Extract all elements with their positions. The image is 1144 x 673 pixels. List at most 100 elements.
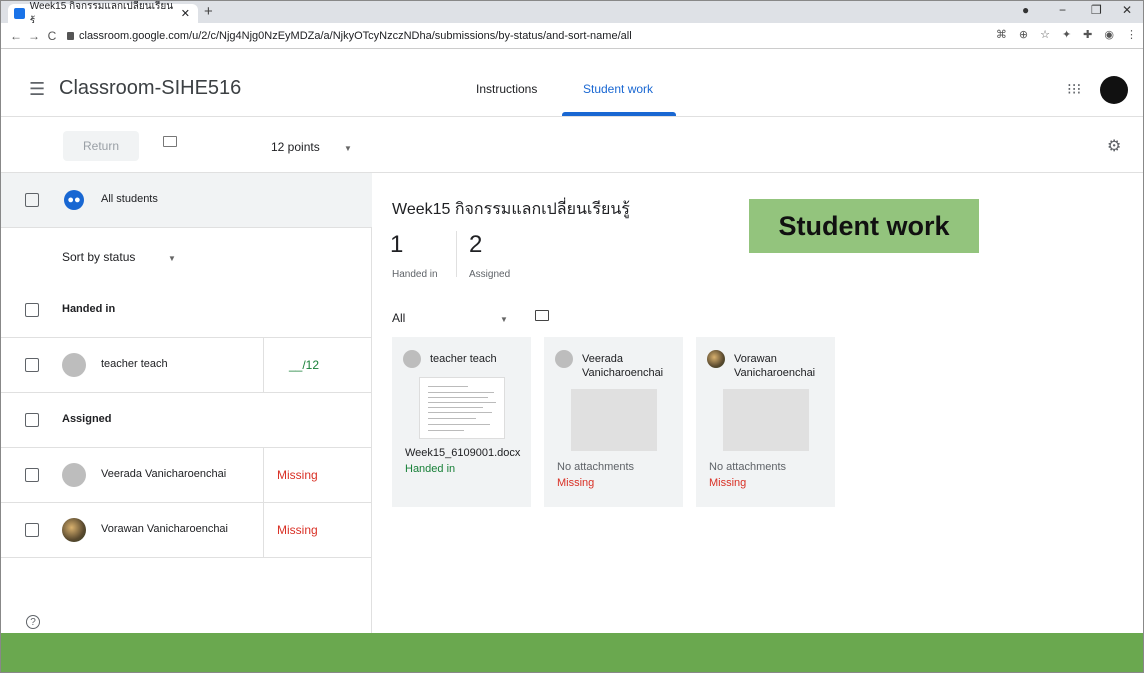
grading-toolbar: Return 12 points ▼ ⚙: [1, 118, 1143, 173]
extension-icon[interactable]: ✦: [1062, 28, 1071, 41]
avatar: [62, 518, 86, 542]
empty-thumbnail: [571, 389, 657, 451]
assigned-count-label: Assigned: [469, 269, 511, 280]
puzzle-icon[interactable]: ✚: [1083, 28, 1092, 41]
translate-icon[interactable]: ⌘: [996, 28, 1007, 41]
student-row[interactable]: Vorawan Vanicharoenchai Missing: [1, 503, 372, 558]
submission-card[interactable]: Veerada Vanicharoenchai No attachments Mi…: [544, 337, 683, 507]
url-text[interactable]: classroom.google.com/u/2/c/Njg4Njg0NzEyM…: [79, 30, 632, 42]
browser-window: Week15 กิจกรรมแลกเปลี่ยนเรียนรู้ ✕ + ● −…: [0, 0, 1144, 673]
close-window-icon[interactable]: ✕: [1122, 3, 1132, 17]
browser-tab[interactable]: Week15 กิจกรรมแลกเปลี่ยนเรียนรู้ ✕: [8, 1, 198, 27]
assigned-checkbox[interactable]: [25, 413, 39, 427]
return-button[interactable]: Return: [63, 131, 139, 161]
tab-instructions[interactable]: Instructions: [476, 82, 537, 96]
name-line: Vanicharoenchai: [734, 367, 816, 379]
avatar: [62, 353, 86, 377]
handed-in-count: 1: [390, 231, 404, 258]
zoom-icon[interactable]: ⊕: [1019, 28, 1028, 41]
student-checkbox[interactable]: [25, 523, 39, 537]
empty-thumbnail: [723, 389, 809, 451]
student-checkbox[interactable]: [25, 468, 39, 482]
minimize-icon[interactable]: −: [1059, 3, 1066, 17]
assigned-count: 2: [469, 231, 483, 258]
name-line: Veerada: [582, 353, 623, 365]
sort-select[interactable]: Sort by status: [62, 250, 135, 264]
avatar: [62, 463, 86, 487]
settings-gear-icon[interactable]: ⚙: [1107, 136, 1121, 156]
filter-dropdown-icon[interactable]: ▼: [500, 315, 508, 324]
class-title[interactable]: Classroom-SIHE516: [59, 77, 241, 100]
assigned-group-row[interactable]: Assigned: [1, 393, 372, 448]
handed-in-checkbox[interactable]: [25, 303, 39, 317]
student-roster: ●● All students Sort by status ▼ Handed …: [1, 173, 372, 633]
handed-in-header: Handed in: [62, 303, 116, 315]
name-line: Vorawan: [734, 353, 777, 365]
submission-card[interactable]: teacher teach Week15_6109001.docx Handed…: [392, 337, 531, 507]
sort-row: Sort by status ▼: [1, 228, 372, 283]
address-bar: ← → C classroom.google.com/u/2/c/Njg4Njg…: [1, 23, 1143, 49]
status-badge: Handed in: [405, 463, 456, 475]
reload-icon[interactable]: C: [43, 29, 61, 43]
card-student-name: teacher teach: [430, 353, 497, 365]
student-row[interactable]: Veerada Vanicharoenchai Missing: [1, 448, 372, 503]
student-checkbox[interactable]: [25, 358, 39, 372]
profile-dot-icon[interactable]: ●: [1022, 3, 1029, 17]
forward-icon[interactable]: →: [25, 29, 43, 43]
all-students-label: All students: [101, 193, 158, 205]
student-name: Vorawan Vanicharoenchai: [101, 523, 228, 535]
submission-card[interactable]: Vorawan Vanicharoenchai No attachments Mi…: [696, 337, 835, 507]
points-dropdown-icon[interactable]: ▼: [344, 144, 352, 153]
points-select[interactable]: 12 points: [271, 140, 320, 154]
browser-menu-icon[interactable]: ⋮: [1126, 28, 1137, 41]
bookmark-star-icon[interactable]: ☆: [1040, 28, 1050, 41]
divider: [263, 448, 264, 503]
folder-icon[interactable]: [535, 310, 549, 321]
close-tab-icon[interactable]: ✕: [181, 7, 190, 20]
back-icon[interactable]: ←: [7, 29, 25, 43]
student-work-banner: Student work: [749, 199, 979, 253]
all-students-row[interactable]: ●● All students: [1, 173, 372, 228]
filter-select[interactable]: All: [392, 311, 405, 325]
card-student-name: Veerada Vanicharoenchai: [582, 352, 663, 380]
attachment-note: No attachments: [557, 461, 635, 473]
restore-icon[interactable]: ❐: [1091, 3, 1102, 17]
email-icon[interactable]: [163, 136, 177, 147]
active-tab-indicator: [562, 112, 676, 116]
divider: [263, 338, 264, 393]
divider: [263, 503, 264, 558]
assignment-title: Week15 กิจกรรมแลกเปลี่ยนเรียนรู้: [392, 201, 630, 218]
profile-avatar-icon[interactable]: ◉: [1104, 28, 1114, 41]
lock-icon: [67, 31, 74, 40]
people-icon: ●●: [64, 190, 84, 210]
select-all-checkbox[interactable]: [25, 193, 39, 207]
app-header: ☰ Classroom-SIHE516 Instructions Student…: [1, 50, 1143, 117]
account-avatar[interactable]: [1100, 76, 1128, 104]
avatar: [707, 350, 725, 368]
sort-dropdown-icon[interactable]: ▼: [168, 254, 176, 263]
classroom-favicon-icon: [14, 8, 25, 19]
name-line: Vanicharoenchai: [582, 367, 664, 379]
status-badge: Missing: [557, 477, 595, 489]
footer-bar: [1, 633, 1143, 672]
help-icon[interactable]: ?: [26, 615, 40, 629]
hamburger-menu-icon[interactable]: ☰: [29, 79, 45, 100]
grade-field[interactable]: __/12: [289, 358, 319, 372]
attachment-filename[interactable]: Week15_6109001.docx: [405, 447, 520, 459]
avatar: [403, 350, 421, 368]
status-badge: Missing: [277, 468, 318, 482]
student-name: teacher teach: [101, 358, 168, 370]
tab-student-work[interactable]: Student work: [583, 82, 653, 96]
status-badge: Missing: [277, 523, 318, 537]
student-name: Veerada Vanicharoenchai: [101, 468, 227, 480]
document-thumbnail[interactable]: [419, 377, 505, 439]
new-tab-icon[interactable]: +: [204, 3, 213, 20]
status-badge: Missing: [709, 477, 747, 489]
attachment-note: No attachments: [709, 461, 787, 473]
student-row[interactable]: teacher teach __/12: [1, 338, 372, 393]
handed-in-count-label: Handed in: [392, 269, 438, 280]
apps-grid-icon[interactable]: ⁝⁝⁝: [1067, 80, 1081, 98]
handed-in-group-row[interactable]: Handed in: [1, 283, 372, 338]
count-divider: [456, 231, 457, 277]
card-student-name: Vorawan Vanicharoenchai: [734, 352, 815, 380]
